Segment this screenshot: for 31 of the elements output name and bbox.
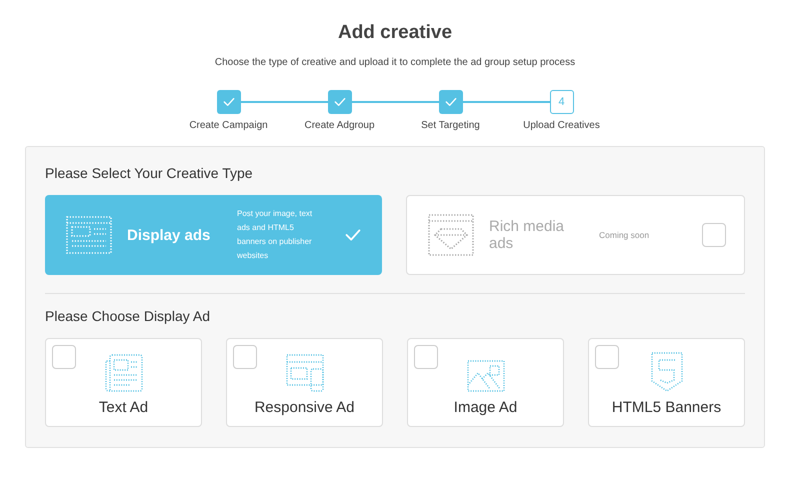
card-label: HTML5 Banners [612,399,722,416]
card-label: Responsive Ad [254,399,355,416]
section-heading: Please Choose Display Ad [45,308,211,324]
step-label: Upload Creatives [523,120,600,131]
card-label: Text Ad [98,399,148,416]
ad-format-card[interactable]: Image Ad [407,338,564,427]
ad-format-card[interactable]: HTML5 Banners [588,338,745,427]
step-label: Set Targeting [421,120,480,131]
card-description: Post your image, text ads and HTML5 banners on publisher websites [237,208,314,262]
step-label: Create Adgroup [304,120,375,131]
card-label: Image Ad [454,399,518,416]
card-title: Display ads [127,226,212,244]
checkbox[interactable] [233,345,257,369]
checkbox[interactable] [414,345,438,369]
ad-format-card[interactable]: Responsive Ad [226,338,383,427]
shield-five-icon [648,351,684,393]
ad-window-icon [65,215,113,255]
text-document-icon [104,353,144,393]
coming-soon-note: Coming soon [599,230,650,240]
page-title: Add creative [338,22,452,44]
section-heading: Please Select Your Creative Type [45,165,254,181]
card-title: Rich media ads [489,218,566,252]
browser-phone-icon [284,353,324,393]
step-number: 4 [550,90,574,114]
image-icon [466,359,506,393]
page-subtitle: Choose the type of creative and upload it to complete the ad group setup process [214,57,576,68]
step-label: Create Campaign [189,120,268,131]
ad-format-card[interactable]: Text Ad [45,338,202,427]
diamond-window-icon [427,213,475,257]
checkbox[interactable] [52,345,76,369]
checkbox[interactable] [595,345,619,369]
